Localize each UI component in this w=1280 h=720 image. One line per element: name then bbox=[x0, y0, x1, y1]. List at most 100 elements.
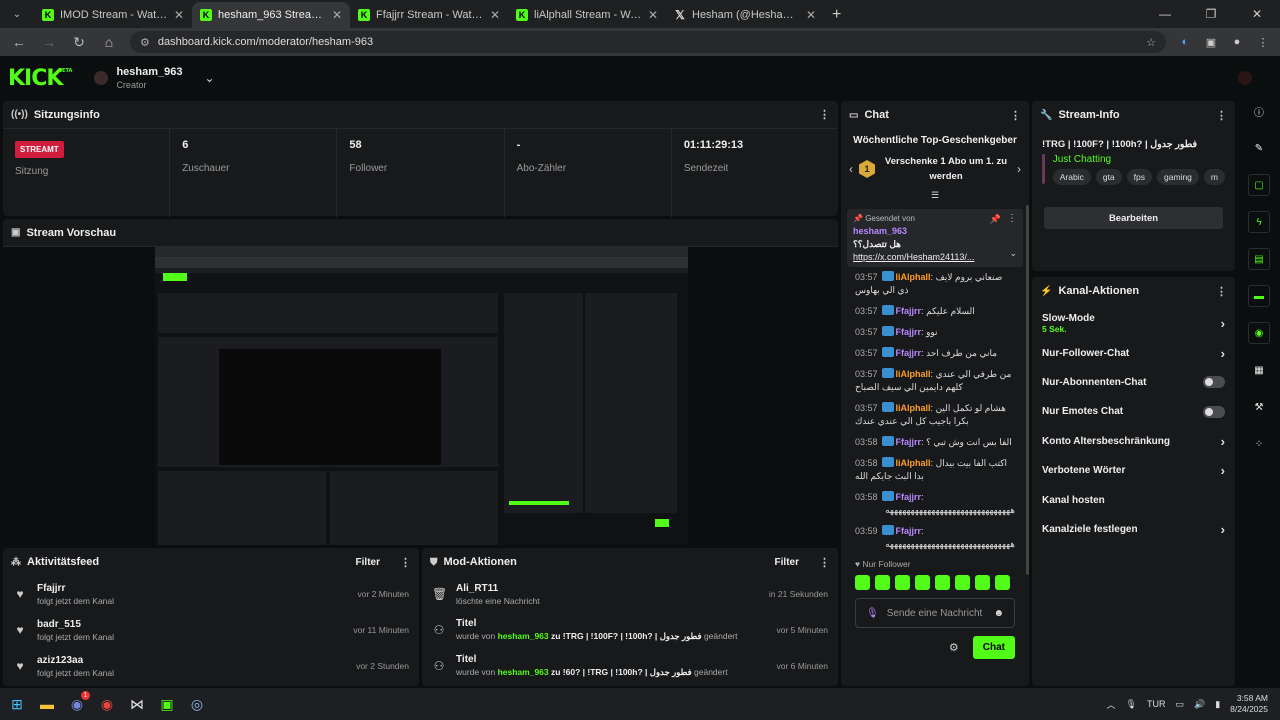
chat-input[interactable]: 🎙 Sende eine Nachricht ☻ bbox=[855, 598, 1015, 628]
channel-action-item[interactable]: Konto Altersbeschränkung › bbox=[1032, 427, 1235, 456]
minimize-button[interactable]: — bbox=[1142, 0, 1188, 28]
tag-chip[interactable]: gta bbox=[1095, 169, 1122, 185]
emote-icon[interactable] bbox=[975, 575, 990, 590]
chevron-right-icon[interactable]: › bbox=[1221, 346, 1225, 361]
emote-icon[interactable] bbox=[895, 575, 910, 590]
message-user[interactable]: liAlphall bbox=[896, 369, 931, 379]
close-tab-icon[interactable]: ✕ bbox=[806, 8, 816, 22]
emote-icon[interactable] bbox=[875, 575, 890, 590]
user-avatar[interactable] bbox=[1238, 71, 1252, 85]
tab-search-button[interactable]: ⌄ bbox=[4, 1, 30, 27]
toggle-switch[interactable] bbox=[1203, 405, 1225, 418]
feed-user[interactable]: badr_515 bbox=[37, 619, 343, 630]
message-user[interactable]: Ffajjrr bbox=[896, 327, 922, 337]
tag-chip[interactable]: gaming bbox=[1157, 169, 1199, 185]
chevron-down-icon[interactable]: ⌄ bbox=[204, 71, 214, 85]
browser-tab[interactable]: Khesham_963 Stream - Kick Dash ✕ bbox=[192, 2, 350, 28]
chevron-right-icon[interactable]: › bbox=[1221, 316, 1225, 331]
reload-button[interactable]: ↻ bbox=[66, 30, 92, 54]
chevron-right-icon[interactable]: › bbox=[1221, 434, 1225, 449]
chevron-right-icon[interactable]: › bbox=[1221, 522, 1225, 537]
tag-chip[interactable]: m bbox=[1203, 169, 1225, 185]
feed-user[interactable]: Ffajjrr bbox=[37, 583, 348, 594]
close-tab-icon[interactable]: ✕ bbox=[174, 8, 184, 22]
clock[interactable]: 3:58 AM 8/24/2025 bbox=[1230, 693, 1268, 715]
info-icon[interactable]: ⓘ bbox=[1248, 100, 1270, 122]
filter-button[interactable]: Filter bbox=[356, 557, 380, 568]
chevron-down-icon[interactable]: ⌄ bbox=[1009, 248, 1017, 259]
channel-action-item[interactable]: Kanalziele festlegen › bbox=[1032, 515, 1235, 544]
chat-bubble-icon[interactable]: ▬ bbox=[1248, 285, 1270, 307]
message-user[interactable]: Ffajjrr bbox=[896, 348, 922, 358]
message-user[interactable]: Ffajjrr bbox=[896, 492, 922, 502]
message-user[interactable]: Ffajjrr bbox=[896, 526, 922, 536]
message-user[interactable]: Ffajjrr bbox=[896, 306, 922, 316]
pencil-icon[interactable]: ✎ bbox=[1248, 137, 1270, 159]
emote-icon[interactable] bbox=[855, 575, 870, 590]
address-bar[interactable]: ⚙ dashboard.kick.com/moderator/hesham-96… bbox=[130, 31, 1166, 53]
chrome-icon[interactable]: ◉ bbox=[94, 691, 120, 717]
collapse-icon[interactable]: ☰ bbox=[849, 190, 1021, 201]
bookmark-star-icon[interactable]: ☆ bbox=[1146, 36, 1156, 49]
emote-icon[interactable] bbox=[995, 575, 1010, 590]
message-user[interactable]: liAlphall bbox=[896, 403, 931, 413]
pinned-link[interactable]: https://x.com/Hesham24113/... bbox=[853, 252, 1017, 262]
battery-icon[interactable]: ▮ bbox=[1215, 699, 1220, 710]
kick-app-icon[interactable]: ▣ bbox=[154, 691, 180, 717]
network-icon[interactable]: ▭ bbox=[1175, 699, 1184, 710]
browser-tab[interactable]: 𝕏 Hesham (@Hesham24113) / X ✕ bbox=[666, 2, 824, 28]
pinned-user[interactable]: hesham_963 bbox=[853, 226, 1017, 236]
more-options-icon[interactable]: ⋮ bbox=[819, 108, 830, 121]
tag-chip[interactable]: Arabic bbox=[1052, 169, 1091, 185]
profile-avatar-icon[interactable]: ● bbox=[1226, 31, 1248, 53]
gear-icon[interactable]: ⚙ bbox=[949, 641, 959, 654]
more-options-icon[interactable]: ⋮ bbox=[1216, 285, 1227, 298]
microphone-icon[interactable]: 🎙 bbox=[866, 608, 879, 619]
toggle-switch[interactable] bbox=[1203, 376, 1225, 389]
volume-icon[interactable]: 🔊 bbox=[1194, 699, 1205, 710]
lightning-icon[interactable]: ϟ bbox=[1248, 211, 1270, 233]
kick-logo[interactable]: KICK BETA bbox=[8, 66, 72, 91]
close-window-button[interactable]: ✕ bbox=[1234, 0, 1280, 28]
more-options-icon[interactable]: ⋮ bbox=[819, 556, 830, 569]
chevron-right-icon[interactable]: › bbox=[1221, 463, 1225, 478]
channel-action-item[interactable]: Nur-Abonnenten-Chat bbox=[1032, 368, 1235, 397]
browser-tab[interactable]: K Ffajjrr Stream - Watch Live on K ✕ bbox=[350, 2, 508, 28]
discord-icon[interactable]: ◉ 1 bbox=[64, 691, 90, 717]
extensions-puzzle-icon[interactable]: ▣ bbox=[1200, 31, 1222, 53]
close-tab-icon[interactable]: ✕ bbox=[648, 8, 658, 22]
channel-switcher[interactable]: hesham_963 Creator bbox=[116, 66, 182, 90]
channel-action-item[interactable]: Nur-Follower-Chat › bbox=[1032, 338, 1235, 367]
stream-preview-video[interactable] bbox=[155, 246, 688, 545]
wrench-icon[interactable]: ⚒ bbox=[1248, 396, 1270, 418]
emote-icon[interactable] bbox=[935, 575, 950, 590]
maximize-button[interactable]: ❐ bbox=[1188, 0, 1234, 28]
pin-icon[interactable]: 📌 bbox=[990, 214, 1001, 225]
chat-scrollbar[interactable] bbox=[1026, 205, 1029, 575]
close-tab-icon[interactable]: ✕ bbox=[490, 8, 500, 22]
channel-action-item[interactable]: Kanal hosten bbox=[1032, 485, 1235, 514]
document-icon[interactable]: ▤ bbox=[1248, 248, 1270, 270]
tray-chevron-icon[interactable]: ︿ bbox=[1107, 698, 1116, 711]
windows-start-icon[interactable]: ⊞ bbox=[4, 691, 30, 717]
feed-user[interactable]: aziz123aa bbox=[37, 655, 346, 666]
emote-icon[interactable] bbox=[915, 575, 930, 590]
browser-menu-icon[interactable]: ⋮ bbox=[1252, 31, 1274, 53]
chevron-right-icon[interactable]: › bbox=[1017, 162, 1021, 176]
message-user[interactable]: Ffajjrr bbox=[896, 437, 922, 447]
emoji-icon[interactable]: ☻ bbox=[993, 608, 1004, 619]
channel-action-item[interactable]: Slow-Mode 5 Sek. › bbox=[1032, 309, 1235, 338]
tag-chip[interactable]: fps bbox=[1126, 169, 1153, 185]
capcut-icon[interactable]: ⋈ bbox=[124, 691, 150, 717]
browser-tab[interactable]: KliAlphall Stream - Watch Live o ✕ bbox=[508, 2, 666, 28]
chevron-left-icon[interactable]: ‹ bbox=[849, 162, 853, 176]
people-icon[interactable]: ▦ bbox=[1248, 359, 1270, 381]
mic-tray-icon[interactable]: 🎙 bbox=[1126, 699, 1137, 710]
emote-icon[interactable] bbox=[955, 575, 970, 590]
back-button[interactable]: ← bbox=[6, 30, 32, 54]
close-tab-icon[interactable]: ✕ bbox=[332, 8, 342, 22]
channel-action-item[interactable]: Verbotene Wörter › bbox=[1032, 456, 1235, 485]
channel-action-item[interactable]: Nur Emotes Chat bbox=[1032, 397, 1235, 426]
edit-button[interactable]: Bearbeiten bbox=[1044, 207, 1223, 229]
more-options-icon[interactable]: ⋮ bbox=[400, 556, 411, 569]
